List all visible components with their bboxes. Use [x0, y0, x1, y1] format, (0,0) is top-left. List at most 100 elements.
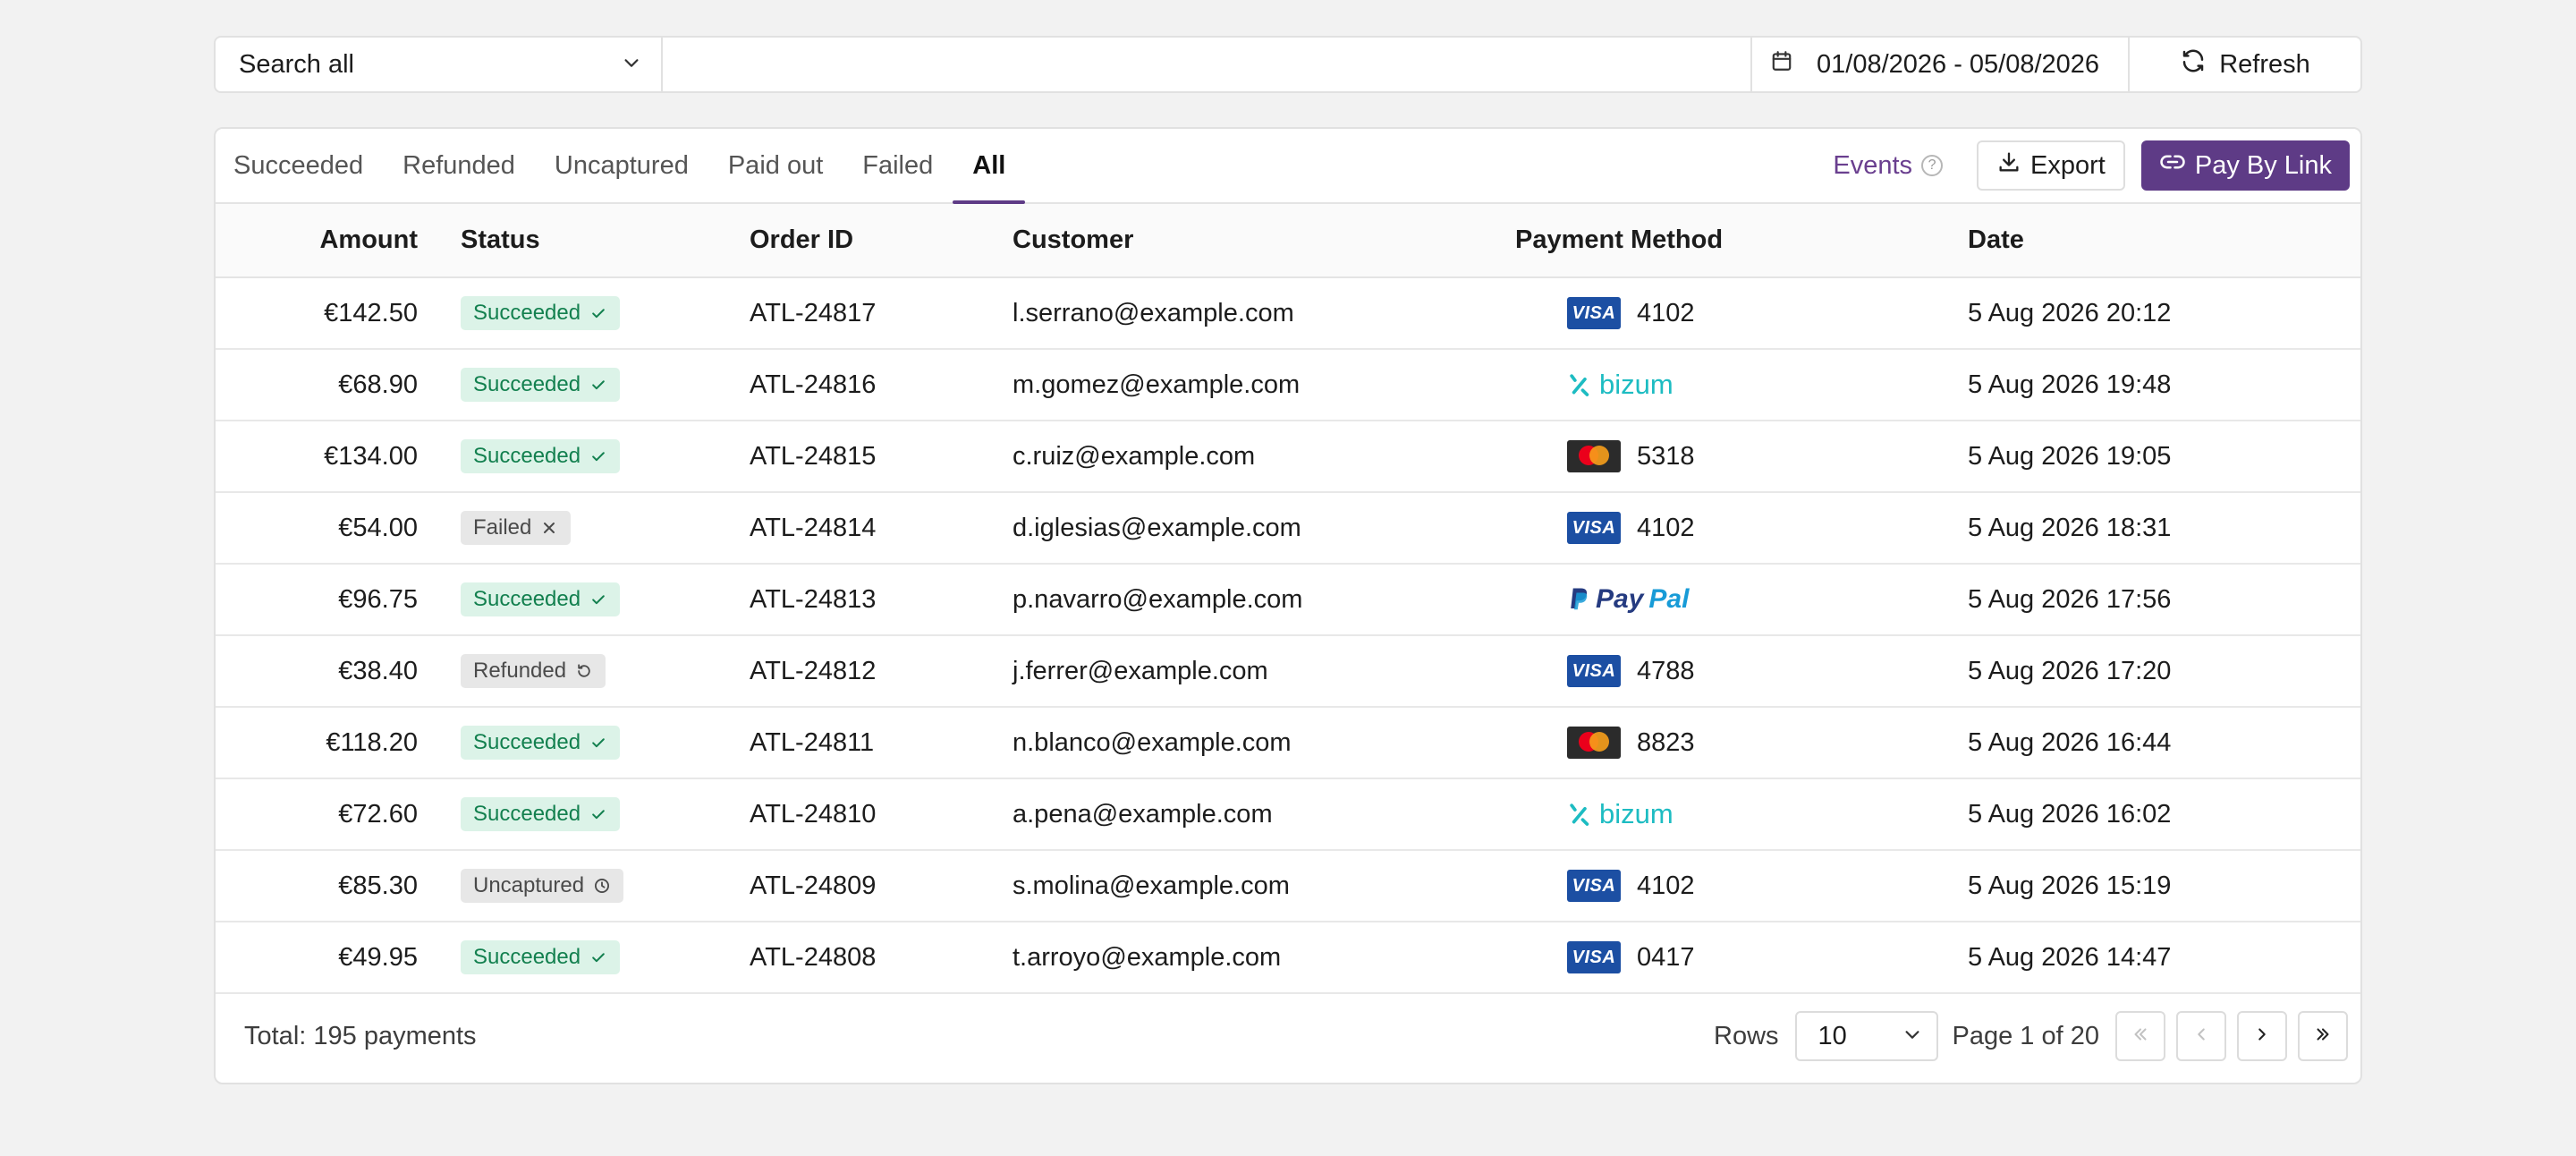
help-circle-icon: ?: [1921, 155, 1944, 176]
table-header-row: Amount Status Order ID Customer Payment …: [216, 204, 2360, 278]
card-last4: 8823: [1637, 727, 1695, 757]
order-id-cell: ATL-24811: [750, 727, 875, 757]
check-icon: [592, 953, 605, 963]
status-badge: Succeeded: [461, 582, 621, 616]
table-row[interactable]: €96.75 Succeeded ATL-24813 p.navarro@exampl…: [216, 564, 2360, 635]
customer-cell: t.arroyo@example.com: [1013, 942, 1282, 972]
table-row[interactable]: €85.30 Uncaptured ATL-24809 s.molina@exampl…: [216, 850, 2360, 922]
order-id-cell: ATL-24809: [750, 871, 877, 900]
tab-all[interactable]: All: [953, 129, 1026, 204]
events-link[interactable]: Events ?: [1833, 150, 1944, 181]
status-cell: Succeeded: [418, 564, 750, 635]
date-range-value: 01/08/2026 - 05/08/2026: [1817, 49, 2100, 79]
table-row[interactable]: €142.50 Succeeded ATL-24817 l.serrano@examp…: [216, 277, 2360, 349]
payment-method-cell: bizum: [1515, 349, 1968, 421]
pay-by-link-button[interactable]: Pay By Link: [2140, 140, 2350, 191]
status-badge: Succeeded: [461, 296, 621, 330]
column-header-order-id[interactable]: Order ID: [750, 204, 1013, 278]
export-button[interactable]: Export: [1977, 140, 2125, 191]
tab-refunded[interactable]: Refunded: [383, 129, 535, 202]
table-row[interactable]: €54.00 Failed ATL-24814 d.iglesias@example.…: [216, 492, 2360, 564]
table-row[interactable]: €38.40 Refunded ATL-24812 j.ferrer@example.…: [216, 635, 2360, 707]
bizum-icon: bizum: [1567, 798, 1674, 830]
check-icon: [592, 738, 605, 748]
search-input[interactable]: [663, 38, 1750, 91]
table-row[interactable]: €118.20 Succeeded ATL-24811 n.blanco@exampl…: [216, 707, 2360, 778]
refresh-button[interactable]: Refresh: [2128, 38, 2360, 91]
search-scope-select[interactable]: Search all: [216, 38, 663, 91]
visa-icon: VISA: [1567, 297, 1621, 329]
column-header-date[interactable]: Date: [1968, 204, 2360, 278]
date-cell: 5 Aug 2026 19:48: [1968, 370, 2172, 399]
first-page-icon: [2131, 1024, 2150, 1049]
search-bar: Search all 01/08/2026 - 05/08/2026 Refre…: [214, 36, 2362, 93]
tab-failed[interactable]: Failed: [843, 129, 953, 202]
visa-icon: VISA: [1567, 512, 1621, 544]
prev-page-button[interactable]: [2176, 1011, 2226, 1061]
check-icon: [592, 810, 605, 820]
payment-method-cell: bizum: [1515, 778, 1968, 850]
refresh-label: Refresh: [2219, 49, 2310, 79]
table-actions: Events ? Export Pay By Link: [1833, 129, 2360, 202]
next-page-icon: [2252, 1024, 2272, 1049]
payment-method-cell: Pay Pal: [1515, 564, 1968, 635]
payment-method-cell: 8823: [1515, 707, 1968, 778]
prev-page-icon: [2191, 1024, 2211, 1049]
status-badge: Uncaptured: [461, 869, 624, 903]
order-id-cell: ATL-24815: [750, 441, 877, 471]
bizum-wordmark: bizum: [1599, 798, 1674, 829]
customer-cell: a.pena@example.com: [1013, 799, 1273, 829]
status-label: Succeeded: [473, 372, 581, 396]
export-label: Export: [2030, 150, 2106, 180]
mastercard-icon: [1567, 727, 1621, 759]
status-badge: Refunded: [461, 654, 606, 688]
payment-method-cell: VISA 4102: [1515, 277, 1968, 349]
tab-succeeded[interactable]: Succeeded: [233, 129, 383, 202]
payments-card: Succeeded Refunded Uncaptured Paid out F…: [214, 127, 2362, 1084]
search-scope-label: Search all: [239, 49, 354, 79]
check-icon: [592, 595, 605, 605]
customer-cell: p.navarro@example.com: [1013, 584, 1303, 614]
table-row[interactable]: €134.00 Succeeded ATL-24815 c.ruiz@example.…: [216, 421, 2360, 492]
status-badge: Succeeded: [461, 726, 621, 760]
tab-uncaptured[interactable]: Uncaptured: [535, 129, 708, 202]
tabs-bar: Succeeded Refunded Uncaptured Paid out F…: [216, 129, 2360, 204]
status-label: Succeeded: [473, 945, 581, 969]
table-row[interactable]: €72.60 Succeeded ATL-24810 a.pena@example.c…: [216, 778, 2360, 850]
table-row[interactable]: €68.90 Succeeded ATL-24816 m.gomez@example.…: [216, 349, 2360, 421]
date-cell: 5 Aug 2026 20:12: [1968, 298, 2172, 327]
tab-paid-out[interactable]: Paid out: [708, 129, 843, 202]
column-header-amount[interactable]: Amount: [216, 204, 418, 278]
column-header-customer[interactable]: Customer: [1013, 204, 1515, 278]
check-icon: [592, 452, 605, 462]
amount-cell: €68.90: [338, 370, 418, 399]
date-range-picker[interactable]: 01/08/2026 - 05/08/2026: [1750, 38, 2128, 91]
events-label: Events: [1833, 150, 1913, 180]
column-header-payment-method[interactable]: Payment Method: [1515, 204, 1968, 278]
rows-per-page-select[interactable]: 10: [1794, 1011, 1938, 1061]
payment-method: VISA 4788: [1567, 655, 1968, 687]
table-footer: Total: 195 payments Rows 10 Page 1 of 20: [216, 990, 2360, 1083]
column-header-status[interactable]: Status: [418, 204, 750, 278]
amount-cell: €49.95: [338, 942, 418, 972]
payment-method: bizum: [1567, 798, 1968, 830]
order-id-cell: ATL-24817: [750, 298, 877, 327]
last-page-button[interactable]: [2298, 1011, 2348, 1061]
next-page-button[interactable]: [2237, 1011, 2287, 1061]
customer-cell: c.ruiz@example.com: [1013, 441, 1256, 471]
card-last4: 0417: [1637, 942, 1695, 972]
first-page-button[interactable]: [2115, 1011, 2165, 1061]
payment-method: VISA 4102: [1567, 870, 1968, 902]
pay-by-link-label: Pay By Link: [2194, 150, 2332, 180]
status-label: Failed: [473, 515, 532, 540]
amount-cell: €142.50: [324, 298, 418, 327]
link-icon: [2159, 149, 2186, 183]
status-cell: Failed: [418, 492, 750, 564]
check-icon: [592, 380, 605, 390]
status-badge: Succeeded: [461, 940, 621, 974]
table-row[interactable]: €49.95 Succeeded ATL-24808 t.arroyo@example…: [216, 922, 2360, 993]
calendar-icon: [1770, 49, 1793, 80]
refresh-icon: [2180, 47, 2207, 81]
payment-method-cell: VISA 4788: [1515, 635, 1968, 707]
status-cell: Succeeded: [418, 922, 750, 993]
